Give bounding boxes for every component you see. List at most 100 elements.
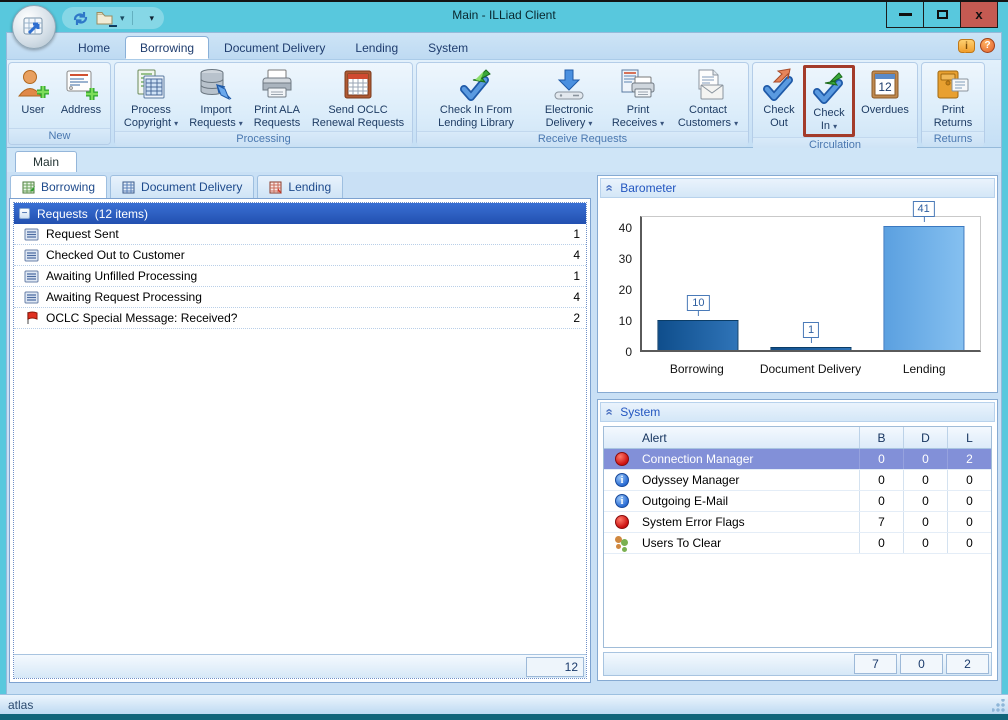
system-row-connection-manager[interactable]: Connection Manager 0 0 2 <box>604 449 991 470</box>
error-icon <box>615 452 629 466</box>
tab-lending[interactable]: Lending <box>257 175 343 198</box>
titlebar: ▾ ▾ Main - ILLiad Client x <box>0 2 1008 32</box>
system-title: System <box>620 405 660 419</box>
ribbon-group-returns: Print Returns Returns <box>921 62 985 145</box>
ribbon-tab-lending[interactable]: Lending <box>340 36 413 59</box>
contact-customers-button[interactable]: Contact Customers ▾ <box>671 65 745 131</box>
help-icon[interactable]: ? <box>980 38 995 53</box>
send-oclc-renewal-requests-button[interactable]: Send OCLC Renewal Requests <box>307 65 409 131</box>
close-button[interactable]: x <box>960 2 998 28</box>
bar-rect <box>658 320 739 350</box>
minimize-button[interactable] <box>886 2 924 28</box>
barometer-panel: « Barometer 010203040 10 1 <box>597 175 998 393</box>
tab-document-delivery[interactable]: Document Delivery <box>110 175 254 198</box>
info-icon: i <box>615 494 629 508</box>
ribbon-tab-document-delivery[interactable]: Document Delivery <box>209 36 340 59</box>
window-title: Main - ILLiad Client <box>0 8 1008 22</box>
tab-borrowing[interactable]: Borrowing <box>10 175 107 198</box>
chart-y-axis: 010203040 <box>604 216 636 352</box>
ribbon-tab-borrowing[interactable]: Borrowing <box>125 36 209 59</box>
overdues-calendar-number: 12 <box>878 80 892 94</box>
oclc-calendar-icon <box>340 67 376 103</box>
ribbon-group-circulation: Check Out Check In ▾ <box>752 62 918 145</box>
process-copyright-icon <box>133 67 169 103</box>
queue-icon <box>24 249 39 262</box>
system-alerts-table: Alert B D L Connection Manager 0 0 2 i <box>603 426 992 648</box>
contact-customers-icon <box>689 67 727 103</box>
ribbon-tab-system[interactable]: System <box>413 36 483 59</box>
application-menu-button[interactable] <box>12 5 56 49</box>
illiad-client-window: ▾ ▾ Main - ILLiad Client x Home Borrowin… <box>0 0 1008 720</box>
requests-footer: 12 <box>14 654 586 678</box>
queue-row-awaiting-unfilled-processing[interactable]: Awaiting Unfilled Processing 1 <box>14 266 586 287</box>
bar-value-label: 41 <box>913 201 935 217</box>
bar-value-label: 1 <box>803 322 819 338</box>
check-in-icon <box>810 70 848 106</box>
group-label-receive-requests: Receive Requests <box>417 131 748 147</box>
overdues-calendar-icon: 12 <box>867 67 903 103</box>
queue-row-request-sent[interactable]: Request Sent 1 <box>14 224 586 245</box>
document-delivery-grid-icon <box>122 181 136 194</box>
maximize-icon <box>937 10 948 19</box>
check-out-button[interactable]: Check Out <box>756 65 802 131</box>
collapse-chevron-icon[interactable]: « <box>605 184 615 191</box>
queue-row-checked-out-to-customer[interactable]: Checked Out to Customer 4 <box>14 245 586 266</box>
status-bar: atlas <box>0 694 1008 714</box>
collapse-chevron-icon[interactable]: « <box>605 408 615 415</box>
chart-plot-area: 10 1 41 <box>640 216 981 352</box>
resize-grip[interactable] <box>992 699 1005 712</box>
check-out-icon <box>760 67 798 103</box>
bar-lending: 41 <box>867 217 980 350</box>
check-in-button[interactable]: Check In ▾ <box>806 68 852 134</box>
barometer-chart: 010203040 10 1 41 <box>604 202 991 386</box>
users-icon <box>614 536 630 550</box>
doc-tab-main[interactable]: Main <box>15 151 77 172</box>
system-row-system-error-flags[interactable]: System Error Flags 7 0 0 <box>604 512 991 533</box>
ribbon-tab-home[interactable]: Home <box>63 36 125 59</box>
queue-row-awaiting-request-processing[interactable]: Awaiting Request Processing 4 <box>14 287 586 308</box>
system-row-outgoing-email[interactable]: i Outgoing E-Mail 0 0 0 <box>604 491 991 512</box>
maximize-button[interactable] <box>923 2 961 28</box>
chart-x-labels: Borrowing Document Delivery Lending <box>640 362 981 380</box>
ribbon: User Address New <box>6 59 1002 148</box>
requests-group-header[interactable]: − Requests (12 items) <box>14 203 586 224</box>
queue-icon <box>24 228 39 241</box>
check-in-from-lending-library-button[interactable]: Check In From Lending Library <box>420 65 532 131</box>
info-icon: i <box>615 473 629 487</box>
collapse-minus-icon[interactable]: − <box>19 208 30 219</box>
queue-row-oclc-special-message[interactable]: OCLC Special Message: Received? 2 <box>14 308 586 329</box>
total-l: 2 <box>946 654 989 674</box>
main-content: Borrowing Document Delivery Lending <box>6 172 1002 696</box>
error-icon <box>615 515 629 529</box>
queue-icon <box>24 270 39 283</box>
system-header[interactable]: « System <box>600 402 995 422</box>
close-icon: x <box>975 7 982 22</box>
lending-grid-icon <box>269 181 283 194</box>
user-button[interactable]: User <box>12 65 54 118</box>
requests-group-count: (12 items) <box>95 207 148 221</box>
barometer-title: Barometer <box>620 181 676 195</box>
print-returns-button[interactable]: Print Returns <box>925 65 981 131</box>
dropdown-caret-icon: ▾ <box>734 119 738 128</box>
module-tabs: Borrowing Document Delivery Lending <box>9 175 591 198</box>
import-requests-button[interactable]: Import Requests ▾ <box>185 65 247 131</box>
check-in-annotation-highlight: Check In ▾ <box>803 65 855 137</box>
print-ala-requests-button[interactable]: Print ALA Requests <box>248 65 306 131</box>
system-row-users-to-clear[interactable]: Users To Clear 0 0 0 <box>604 533 991 554</box>
barometer-header[interactable]: « Barometer <box>600 178 995 198</box>
ribbon-tab-row: Home Borrowing Document Delivery Lending… <box>6 32 1002 59</box>
electronic-delivery-button[interactable]: Electronic Delivery ▾ <box>533 65 605 131</box>
check-in-lending-icon <box>456 67 496 103</box>
about-info-icon[interactable]: i <box>958 39 975 53</box>
print-receives-icon <box>619 67 657 103</box>
print-receives-button[interactable]: Print Receives ▾ <box>606 65 670 131</box>
total-b: 7 <box>854 654 897 674</box>
group-label-returns: Returns <box>922 131 984 147</box>
process-copyright-button[interactable]: Process Copyright ▾ <box>118 65 184 131</box>
requests-panel: Borrowing Document Delivery Lending <box>9 175 591 683</box>
system-row-odyssey-manager[interactable]: i Odyssey Manager 0 0 0 <box>604 470 991 491</box>
import-requests-icon <box>197 67 235 103</box>
overdues-button[interactable]: 12 Overdues <box>856 65 914 118</box>
address-button[interactable]: Address <box>55 65 107 118</box>
status-text: atlas <box>8 698 33 712</box>
